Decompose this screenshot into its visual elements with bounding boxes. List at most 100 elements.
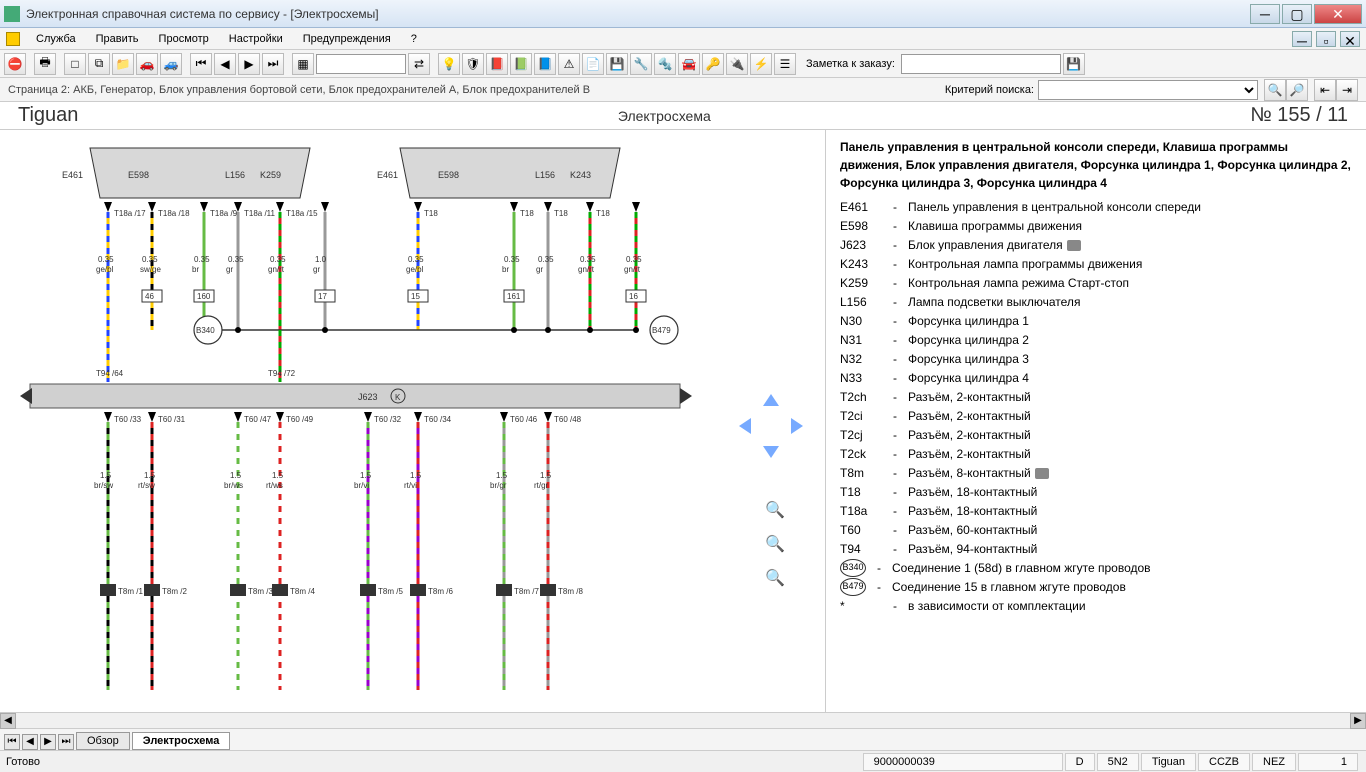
tb-car2-icon[interactable]: 🚙 <box>160 53 182 75</box>
mdi-minimize-button[interactable]: ─ <box>1292 31 1312 47</box>
tab-nav-first[interactable]: ⏮ <box>4 734 20 750</box>
legend-code: N32 <box>840 350 882 368</box>
legend-dash: - <box>890 198 900 216</box>
criteria-btn2-icon[interactable]: 🔎 <box>1286 79 1308 101</box>
tb-car3-icon[interactable]: 🚘 <box>678 53 700 75</box>
legend-desc: Разъём, 2-контактный <box>908 426 1352 444</box>
close-button[interactable]: ✕ <box>1314 4 1362 24</box>
svg-text:T18: T18 <box>520 209 534 218</box>
tab-overview[interactable]: Обзор <box>76 732 130 750</box>
tab-nav-prev[interactable]: ◀ <box>22 734 38 750</box>
tb-stop-icon[interactable]: ⛔ <box>4 53 26 75</box>
legend-row: T2ck-Разъём, 2-контактный <box>840 445 1352 463</box>
menu-edit[interactable]: Править <box>88 31 147 47</box>
tb-grid-icon[interactable]: ▦ <box>292 53 314 75</box>
menu-help[interactable]: ? <box>403 31 425 47</box>
criteria-btn1-icon[interactable]: 🔍 <box>1264 79 1286 101</box>
legend-desc: Лампа подсветки выключателя <box>908 293 1352 311</box>
svg-text:br/ws: br/ws <box>224 481 243 490</box>
tb-last-icon[interactable]: ⏭ <box>262 53 284 75</box>
criteria-btn3-icon[interactable]: ⇤ <box>1314 79 1336 101</box>
tb-circuit-icon[interactable]: ⚡ <box>750 53 772 75</box>
tb-page-input[interactable] <box>316 54 406 74</box>
menu-view[interactable]: Просмотр <box>151 31 217 47</box>
camera-icon[interactable] <box>1035 468 1049 479</box>
tb-car1-icon[interactable]: 🚗 <box>136 53 158 75</box>
zoom-fit-icon[interactable]: 🔍 <box>765 500 785 520</box>
tab-schematic[interactable]: Электросхема <box>132 732 231 750</box>
legend-row: E598-Клавиша программы движения <box>840 217 1352 235</box>
svg-text:L156: L156 <box>535 170 555 180</box>
maximize-button[interactable]: ▢ <box>1282 4 1312 24</box>
tab-nav-next[interactable]: ▶ <box>40 734 56 750</box>
zoom-out-icon[interactable]: 🔍 <box>765 568 785 588</box>
minimize-button[interactable]: ─ <box>1250 4 1280 24</box>
tb-note-save-icon[interactable]: 💾 <box>1063 53 1085 75</box>
legend-row: K259-Контрольная лампа режима Старт-стоп <box>840 274 1352 292</box>
tb-key-icon[interactable]: 🔑 <box>702 53 724 75</box>
tb-tool1-icon[interactable]: 🔧 <box>630 53 652 75</box>
diagram-scrollbar[interactable]: ◀ ▶ <box>0 712 1366 728</box>
tb-book3-icon[interactable]: 📘 <box>534 53 556 75</box>
zoom-in-icon[interactable]: 🔍 <box>765 534 785 554</box>
svg-text:B479: B479 <box>652 326 671 335</box>
criteria-select[interactable] <box>1038 80 1258 100</box>
menu-service[interactable]: Служба <box>28 31 84 47</box>
tb-folder-icon[interactable]: 📁 <box>112 53 134 75</box>
tb-light-icon[interactable]: 💡 <box>438 53 460 75</box>
nav-up-icon[interactable] <box>763 394 779 406</box>
tb-shield-icon[interactable]: 🛡 <box>462 53 484 75</box>
tb-prev-icon[interactable]: ◀ <box>214 53 236 75</box>
scroll-left-icon[interactable]: ◀ <box>0 713 16 729</box>
legend-dash: - <box>890 521 900 539</box>
tb-disk-icon[interactable]: 💾 <box>606 53 628 75</box>
note-input[interactable] <box>901 54 1061 74</box>
nav-right-icon[interactable] <box>791 418 803 434</box>
svg-text:K259: K259 <box>260 170 281 180</box>
tb-book2-icon[interactable]: 📗 <box>510 53 532 75</box>
legend-row: T2ci-Разъём, 2-контактный <box>840 407 1352 425</box>
camera-icon[interactable] <box>1067 240 1081 251</box>
nav-left-icon[interactable] <box>739 418 751 434</box>
legend-desc: Форсунка цилиндра 3 <box>908 350 1352 368</box>
tab-nav-last[interactable]: ⏭ <box>58 734 74 750</box>
svg-text:K243: K243 <box>570 170 591 180</box>
criteria-btn4-icon[interactable]: ⇥ <box>1336 79 1358 101</box>
tb-tool2-icon[interactable]: 🔩 <box>654 53 676 75</box>
svg-text:1.5: 1.5 <box>230 471 242 480</box>
legend-desc: Панель управления в центральной консоли … <box>908 198 1352 216</box>
tb-next-icon[interactable]: ▶ <box>238 53 260 75</box>
scroll-right-icon[interactable]: ▶ <box>1350 713 1366 729</box>
tb-book1-icon[interactable]: 📕 <box>486 53 508 75</box>
tb-first-icon[interactable]: ⏮ <box>190 53 212 75</box>
menu-settings[interactable]: Настройки <box>221 31 291 47</box>
tb-refresh-icon[interactable]: ⇄ <box>408 53 430 75</box>
main-toolbar: ⛔ 🖶 □ ⧉ 📁 🚗 🚙 ⏮ ◀ ▶ ⏭ ▦ ⇄ 💡 🛡 📕 📗 📘 ⚠ 📄 … <box>0 50 1366 78</box>
legend-dash: - <box>890 483 900 501</box>
svg-text:gn/rt: gn/rt <box>624 265 641 274</box>
tb-plug-icon[interactable]: 🔌 <box>726 53 748 75</box>
svg-text:T18a /17: T18a /17 <box>114 209 146 218</box>
legend-row: J623-Блок управления двигателя <box>840 236 1352 254</box>
mdi-restore-button[interactable]: ▫ <box>1316 31 1336 47</box>
criteria-label: Критерий поиска: <box>945 84 1034 96</box>
tb-list-icon[interactable]: ☰ <box>774 53 796 75</box>
mdi-close-button[interactable]: ✕ <box>1340 31 1360 47</box>
tb-print-icon[interactable]: 🖶 <box>34 53 56 75</box>
svg-text:0.35: 0.35 <box>408 255 424 264</box>
nav-down-icon[interactable] <box>763 446 779 458</box>
menu-warnings[interactable]: Предупреждения <box>295 31 399 47</box>
svg-text:gr: gr <box>226 265 233 274</box>
tb-new-icon[interactable]: □ <box>64 53 86 75</box>
wiring-diagram[interactable]: E461E598L156K259E461E598L156K243T18a /17… <box>0 130 826 712</box>
svg-text:sw/ge: sw/ge <box>140 265 161 274</box>
legend-code: T2ci <box>840 407 882 425</box>
legend-code: T60 <box>840 521 882 539</box>
svg-text:T60 /47: T60 /47 <box>244 415 272 424</box>
tb-copy-icon[interactable]: ⧉ <box>88 53 110 75</box>
tb-doc-icon[interactable]: 📄 <box>582 53 604 75</box>
legend-row: E461-Панель управления в центральной кон… <box>840 198 1352 216</box>
legend-desc: Разъём, 18-контактный <box>908 483 1352 501</box>
legend-code: K259 <box>840 274 882 292</box>
tb-warn-icon[interactable]: ⚠ <box>558 53 580 75</box>
